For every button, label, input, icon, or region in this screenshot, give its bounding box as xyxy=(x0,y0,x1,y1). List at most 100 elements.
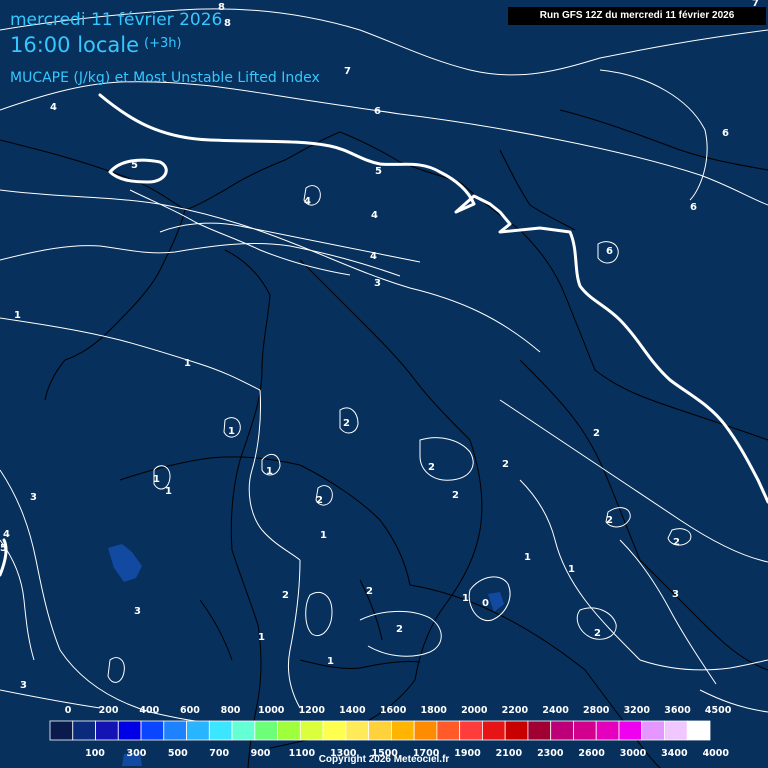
legend-swatch xyxy=(459,720,483,741)
contour-label: 1 xyxy=(568,564,575,575)
legend-swatch xyxy=(95,720,119,741)
legend-swatch xyxy=(254,720,278,741)
legend-top-label: 1000 xyxy=(258,705,285,716)
contour-label: 2 xyxy=(593,428,600,439)
contour-label: 1 xyxy=(320,530,327,541)
forecast-map-panel: 8 8 7 7 4 6 6 5 5 4 4 6 6 4 3 1 1 1 2 1 … xyxy=(0,0,768,768)
legend-swatch xyxy=(368,720,392,741)
legend-top-label: 2400 xyxy=(542,705,569,716)
legend-swatch xyxy=(573,720,597,741)
contour-label: 3 xyxy=(30,492,37,503)
contour-label: 2 xyxy=(282,590,289,601)
contour-label: 1 xyxy=(165,486,172,497)
contour-label: 1 xyxy=(153,474,160,485)
legend-swatch xyxy=(117,720,142,741)
legend-swatch xyxy=(618,720,643,741)
legend-swatch xyxy=(686,720,711,741)
forecast-time-value: 16:00 locale xyxy=(10,33,140,57)
legend-swatch xyxy=(550,720,574,741)
contour-label: 3 xyxy=(374,278,381,289)
legend-swatch xyxy=(322,720,347,741)
contour-label: 2 xyxy=(594,628,601,639)
contour-label: 1 xyxy=(266,466,273,477)
map-canvas: 8 8 7 7 4 6 6 5 5 4 4 6 6 4 3 1 1 1 2 1 … xyxy=(0,0,768,768)
contour-label: 5 xyxy=(375,166,382,177)
legend-swatch xyxy=(664,720,688,741)
contour-label: 4 xyxy=(50,102,57,113)
contour-label: 8 xyxy=(224,18,231,29)
legend-top-label: 2200 xyxy=(502,705,529,716)
legend-swatch xyxy=(277,720,301,741)
contour-label: 6 xyxy=(690,202,697,213)
legend-swatch xyxy=(72,720,96,741)
contour-label: 3 xyxy=(20,680,27,691)
legend-top-label: 1600 xyxy=(380,705,407,716)
contour-label: 6 xyxy=(722,128,729,139)
run-info: Run GFS 12Z du mercredi 11 février 2026 xyxy=(508,7,766,25)
contour-label: 2 xyxy=(428,462,435,473)
legend-top-label: 800 xyxy=(221,705,241,716)
contour-label: 6 xyxy=(374,106,381,117)
legend-top-label: 1800 xyxy=(420,705,447,716)
contour-label: 2 xyxy=(316,495,323,506)
contour-label: 1 xyxy=(258,632,265,643)
legend-top-label: 200 xyxy=(99,705,119,716)
forecast-offset: (+3h) xyxy=(144,36,182,51)
contour-label: 2 xyxy=(366,586,373,597)
contour-label: 4 xyxy=(371,210,378,221)
legend-swatch xyxy=(504,720,529,741)
legend-swatch xyxy=(527,720,552,741)
contour-label: 1 xyxy=(524,552,531,563)
legend-swatch xyxy=(436,720,461,741)
forecast-date: mercredi 11 février 2026 xyxy=(10,10,223,30)
contour-label: 1 xyxy=(184,358,191,369)
legend-top-label: 1200 xyxy=(299,705,326,716)
legend-swatch xyxy=(208,720,233,741)
legend-swatch xyxy=(413,720,438,741)
legend-top-label: 2000 xyxy=(461,705,488,716)
legend-swatch xyxy=(186,720,210,741)
contour-label: 6 xyxy=(606,246,613,257)
contour-label: 2 xyxy=(452,490,459,501)
contour-label: 4 xyxy=(370,251,377,262)
contour-label: 1 xyxy=(14,310,21,321)
contour-label: 1 xyxy=(228,426,235,437)
contour-label: 1 xyxy=(462,593,469,604)
legend-swatch xyxy=(49,720,74,741)
legend-top-label: 400 xyxy=(139,705,159,716)
legend-top-label: 1400 xyxy=(339,705,366,716)
legend-swatch xyxy=(163,720,187,741)
contour-label: 3 xyxy=(134,606,141,617)
legend-swatches xyxy=(49,720,711,741)
legend-top-label: 2800 xyxy=(583,705,610,716)
legend-top-label: 3200 xyxy=(624,705,651,716)
legend-swatch xyxy=(641,720,665,741)
contour-label: 2 xyxy=(343,418,350,429)
contour-label: 2 xyxy=(606,515,613,526)
contour-label: 2 xyxy=(396,624,403,635)
legend-top-label: 4500 xyxy=(705,705,732,716)
contour-label: 0 xyxy=(482,598,489,609)
contour-label: 5 xyxy=(0,543,7,554)
contour-label: 3 xyxy=(672,589,679,600)
contour-label: 5 xyxy=(131,160,138,171)
legend-swatch xyxy=(345,720,370,741)
legend-top-label: 600 xyxy=(180,705,200,716)
contour-label: 4 xyxy=(304,196,311,207)
contour-label: 2 xyxy=(673,537,680,548)
copyright-notice: Copyright 2026 Meteociel.fr xyxy=(318,754,450,765)
legend-swatch xyxy=(231,720,256,741)
forecast-time: 16:00 locale (+3h) xyxy=(10,33,182,57)
legend-swatch xyxy=(482,720,506,741)
legend-swatch xyxy=(390,720,415,741)
legend-swatch xyxy=(299,720,324,741)
contour-label: 4 xyxy=(3,529,10,540)
contour-label: 7 xyxy=(344,66,351,77)
legend-top-label: 3600 xyxy=(664,705,691,716)
legend-top-label: 0 xyxy=(65,705,72,716)
legend-swatch xyxy=(140,720,165,741)
legend-swatch xyxy=(595,720,620,741)
contour-label: 1 xyxy=(327,656,334,667)
contour-label: 2 xyxy=(502,459,509,470)
parameter-title: MUCAPE (J/kg) et Most Unstable Lifted In… xyxy=(10,70,320,86)
